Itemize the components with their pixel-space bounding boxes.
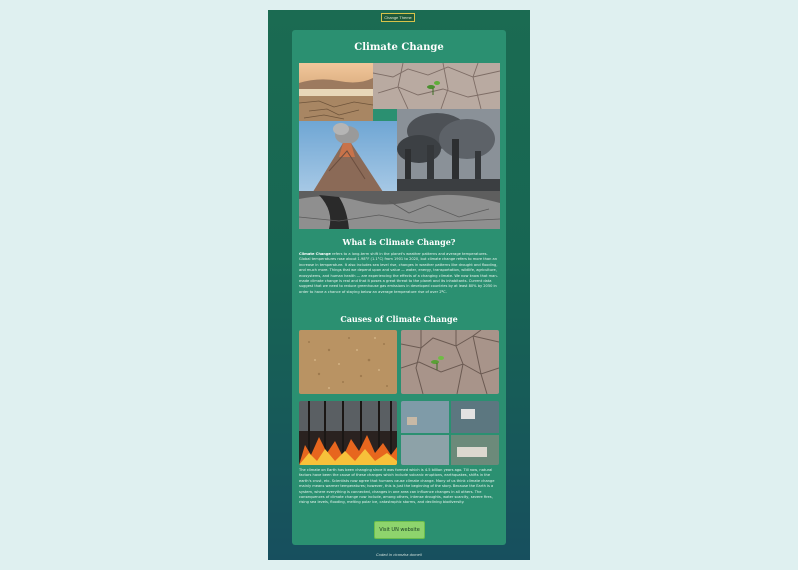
page-title: Climate Change [354,42,444,53]
cracked-ground-image [299,191,500,229]
volcano-image [299,121,397,195]
article-card: Climate Change What is Climate Change? C… [292,30,506,545]
dry-soil-image [299,330,397,394]
cracked-earth-image [401,330,499,394]
section-causes-text: The climate on Earth has been changing s… [299,468,495,505]
visit-un-website-button[interactable]: Visit UN website [374,521,425,539]
footer-credit: Coded in ciranzha domeil [376,553,422,557]
wildfire-image [299,401,397,465]
climate-collage-image [299,63,500,229]
flooding-image [401,401,499,465]
section-what-is-body: refers to a long-term shift in the plane… [299,252,498,294]
climate-change-lead: Climate Change [299,252,331,256]
change-theme-button[interactable]: Change Theme [381,13,415,22]
page-container: Change Theme Climate Change What is Clim… [268,10,530,560]
section-causes-title: Causes of Climate Change [340,314,458,324]
cracked-earth-sprout-image [373,63,500,109]
factory-smoke-image [397,109,500,195]
dry-lake-image [299,63,373,121]
section-what-is-title: What is Climate Change? [342,237,456,247]
section-what-is-text: Climate Change refers to a long-term shi… [299,252,500,295]
